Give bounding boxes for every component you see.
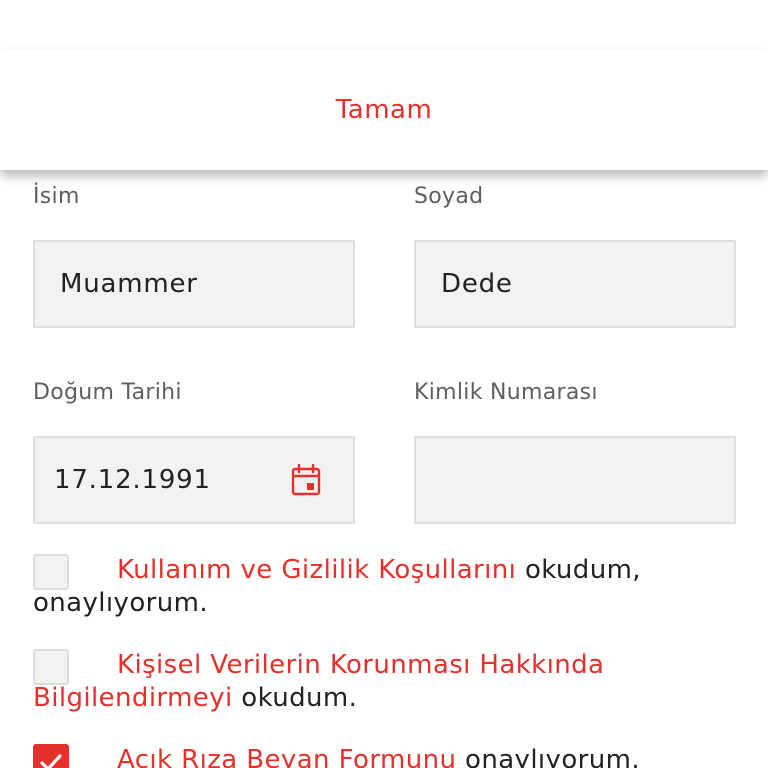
first-name-label: İsim	[33, 184, 80, 209]
done-button[interactable]: Tamam	[0, 50, 768, 170]
last-name-field[interactable]: Dede	[414, 240, 736, 328]
terms-consent-text: Kullanım ve Gizlilik Koşullarını okudum,…	[33, 554, 733, 620]
kvkk-rest-text: okudum.	[232, 683, 358, 713]
registration-form-screen: Tamam İsim Muammer Soyad Dede Doğum Tari…	[0, 0, 768, 768]
birth-date-label: Doğum Tarihi	[33, 380, 182, 405]
id-number-field[interactable]	[414, 436, 736, 524]
first-name-value: Muammer	[60, 269, 198, 299]
picker-toolbar: Tamam	[0, 50, 768, 170]
id-number-label: Kimlik Numarası	[414, 380, 598, 405]
kvkk-consent-text: Kişisel Verilerin Korunması Hakkında Bil…	[33, 649, 733, 715]
explicit-consent-link[interactable]: Açık Rıza Beyan Formunu	[117, 745, 456, 768]
explicit-consent-text: Açık Rıza Beyan Formunu onaylıyorum.	[33, 744, 733, 768]
calendar-icon[interactable]	[291, 464, 321, 496]
last-name-label: Soyad	[414, 184, 484, 209]
terms-link[interactable]: Kullanım ve Gizlilik Koşullarını	[117, 555, 516, 585]
explicit-consent-rest-text: onaylıyorum.	[456, 745, 641, 768]
last-name-value: Dede	[441, 269, 513, 299]
birth-date-value: 17.12.1991	[54, 465, 211, 495]
top-strip	[0, 0, 768, 50]
first-name-field[interactable]: Muammer	[33, 240, 355, 328]
birth-date-field[interactable]: 17.12.1991	[33, 436, 355, 524]
